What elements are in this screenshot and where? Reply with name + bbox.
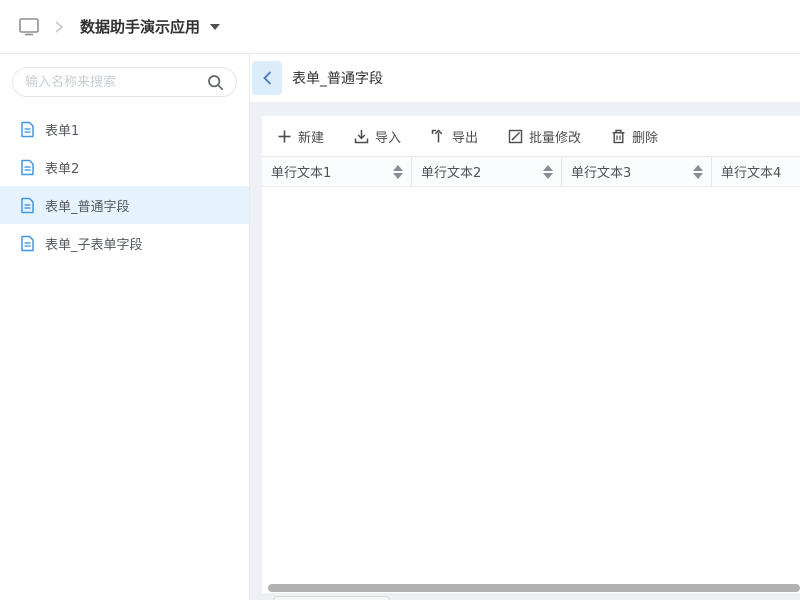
- export-button[interactable]: 导出: [431, 127, 478, 146]
- page-header: 表单_普通字段: [250, 54, 800, 102]
- delete-icon: [611, 129, 626, 144]
- column-label: 单行文本4: [721, 162, 800, 181]
- top-bar: 数据助手演示应用: [0, 0, 800, 54]
- form-list: 表单1 表单2: [0, 110, 249, 262]
- import-button[interactable]: 导入: [354, 127, 401, 146]
- toolbar: 新建 导入 导出: [262, 116, 800, 156]
- chevron-left-icon: [262, 70, 273, 86]
- column-label: 单行文本2: [421, 162, 543, 181]
- chevron-down-icon[interactable]: [210, 24, 220, 30]
- export-button-label: 导出: [452, 127, 478, 146]
- document-icon: [20, 159, 35, 176]
- create-button-label: 新建: [298, 127, 324, 146]
- import-button-label: 导入: [375, 127, 401, 146]
- import-icon: [354, 129, 369, 144]
- document-icon: [20, 121, 35, 138]
- sidebar-item-label: 表单2: [45, 158, 79, 177]
- main-panel: 表单_普通字段 新建 导入: [250, 54, 800, 600]
- delete-button[interactable]: 删除: [611, 127, 658, 146]
- data-table-card: 新建 导入 导出: [262, 116, 800, 593]
- create-button[interactable]: 新建: [277, 127, 324, 146]
- search-box: [12, 67, 237, 97]
- table-body-empty: [262, 187, 800, 539]
- column-label: 单行文本3: [571, 162, 693, 181]
- sidebar-item-label: 表单1: [45, 120, 79, 139]
- batch-edit-button-label: 批量修改: [529, 127, 581, 146]
- column-header-text4[interactable]: 单行文本4: [712, 157, 800, 186]
- chevron-right-icon: [54, 20, 64, 34]
- document-icon: [20, 235, 35, 252]
- sidebar-item-label: 表单_子表单字段: [45, 234, 143, 253]
- sort-icon[interactable]: [393, 165, 403, 179]
- batch-edit-icon: [508, 129, 523, 144]
- monitor-icon[interactable]: [18, 17, 40, 36]
- document-icon: [20, 197, 35, 214]
- search-input[interactable]: [25, 75, 207, 90]
- batch-edit-button[interactable]: 批量修改: [508, 127, 581, 146]
- table-header-row: 单行文本1 单行文本2 单行文本3 单行文本4: [262, 156, 800, 187]
- column-header-text3[interactable]: 单行文本3: [562, 157, 712, 186]
- sort-icon[interactable]: [543, 165, 553, 179]
- column-header-text1[interactable]: 单行文本1: [262, 157, 412, 186]
- export-icon: [431, 129, 446, 144]
- column-header-text2[interactable]: 单行文本2: [412, 157, 562, 186]
- pagination-bar-clipped: [273, 596, 390, 600]
- sidebar-item-label: 表单_普通字段: [45, 196, 130, 215]
- sidebar-item-form-normal-fields[interactable]: 表单_普通字段: [0, 186, 249, 224]
- back-button[interactable]: [252, 61, 282, 95]
- page-title: 表单_普通字段: [292, 68, 383, 88]
- sidebar: 表单1 表单2: [0, 54, 250, 600]
- search-icon[interactable]: [207, 74, 224, 91]
- plus-icon: [277, 129, 292, 144]
- sidebar-item-form-subform-fields[interactable]: 表单_子表单字段: [0, 224, 249, 262]
- sidebar-item-form2[interactable]: 表单2: [0, 148, 249, 186]
- horizontal-scrollbar[interactable]: [268, 584, 800, 592]
- sidebar-item-form1[interactable]: 表单1: [0, 110, 249, 148]
- delete-button-label: 删除: [632, 127, 658, 146]
- app-title[interactable]: 数据助手演示应用: [80, 16, 200, 37]
- column-label: 单行文本1: [271, 162, 393, 181]
- sort-icon[interactable]: [693, 165, 703, 179]
